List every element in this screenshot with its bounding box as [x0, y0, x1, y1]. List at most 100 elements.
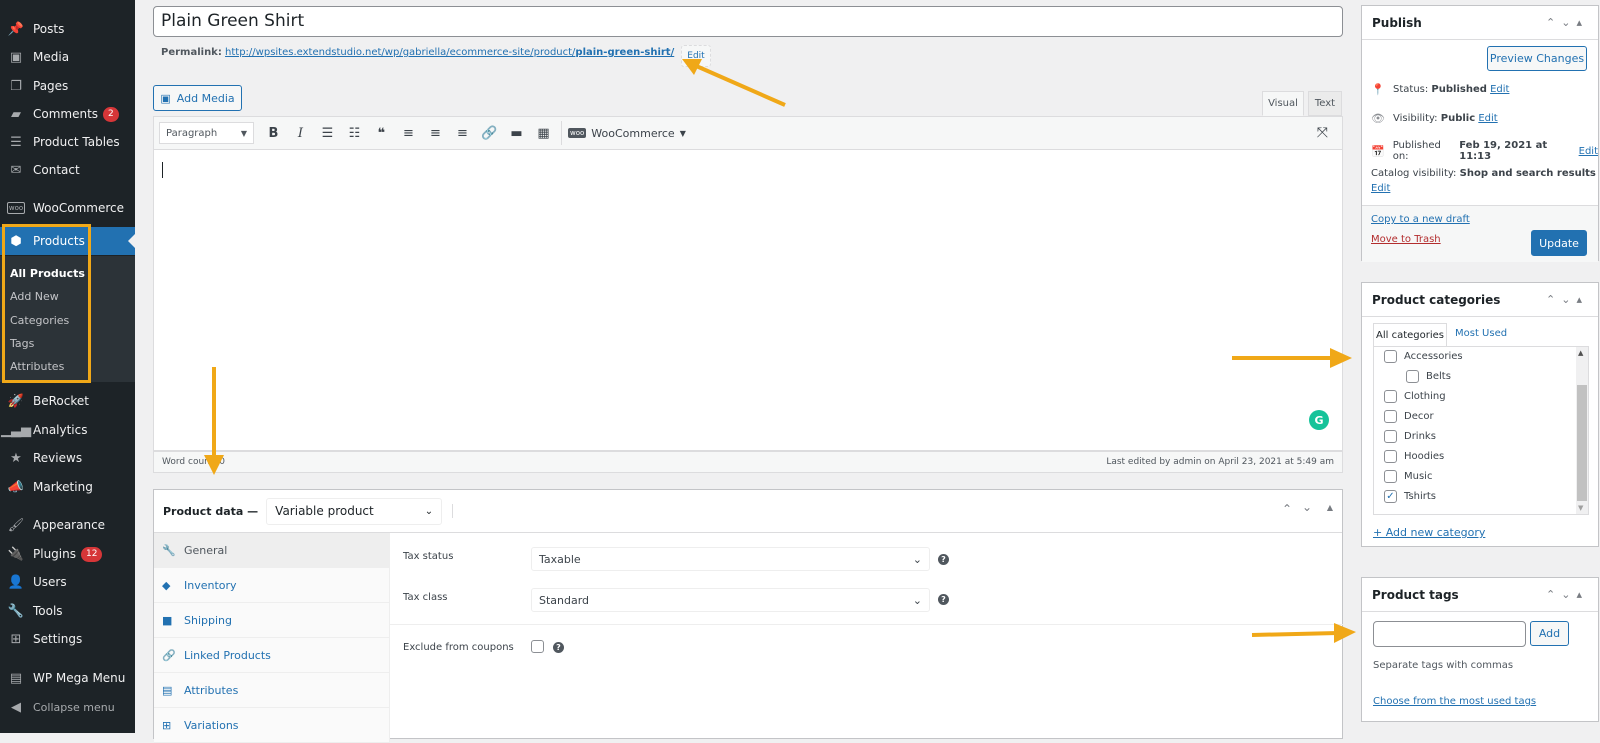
bullet-list-icon[interactable]: ☰ — [314, 126, 341, 141]
menu-settings[interactable]: ⊞ Settings — [0, 625, 135, 653]
category-checkbox[interactable] — [1384, 470, 1397, 483]
italic-icon[interactable]: I — [287, 126, 314, 141]
category-item[interactable]: Hoodies — [1384, 450, 1444, 463]
add-tag-button[interactable]: Add — [1530, 621, 1569, 646]
tab-text[interactable]: Text — [1308, 91, 1342, 116]
settings-icon: ⊞ — [10, 631, 22, 647]
menu-products[interactable]: ⬢ Products — [0, 227, 135, 255]
menu-users[interactable]: 👤 Users — [0, 568, 135, 596]
menu-marketing[interactable]: 📣 Marketing — [0, 473, 135, 501]
submenu-categories[interactable]: Categories — [10, 314, 69, 327]
product-type-select[interactable]: Variable product ⌄ — [266, 497, 443, 525]
scrollbar[interactable]: ▲ ▼ — [1576, 347, 1588, 514]
menu-posts[interactable]: 📌 Posts — [0, 15, 135, 43]
help-icon[interactable]: ? — [938, 554, 949, 565]
category-checkbox[interactable]: ✓ — [1384, 490, 1397, 503]
category-checkbox[interactable] — [1384, 430, 1397, 443]
menu-woocommerce[interactable]: woo WooCommerce — [0, 194, 135, 222]
category-item[interactable]: Accessories — [1384, 350, 1463, 363]
permalink-edit-button[interactable]: Edit — [681, 45, 711, 67]
tab-all-categories[interactable]: All categories — [1373, 323, 1447, 347]
blockquote-icon[interactable]: ❝ — [368, 126, 395, 141]
category-item[interactable]: Clothing — [1384, 390, 1446, 403]
submenu-add-new[interactable]: Add New — [10, 290, 59, 303]
box-controls[interactable]: ⌃⌄▴ — [1546, 588, 1588, 601]
menu-media[interactable]: ▣ Media — [0, 43, 135, 71]
post-title-input[interactable]: Plain Green Shirt — [153, 6, 1343, 37]
collapse-menu[interactable]: ◀ Collapse menu — [0, 693, 135, 721]
menu-plugins[interactable]: 🔌 Plugins 12 — [0, 540, 135, 568]
menu-comments[interactable]: ▰ Comments 2 — [0, 100, 135, 128]
submenu-attributes[interactable]: Attributes — [10, 360, 64, 373]
bold-icon[interactable]: B — [260, 126, 287, 141]
menu-contact[interactable]: ✉ Contact — [0, 156, 135, 184]
fullscreen-icon[interactable]: ⤧ — [1317, 125, 1328, 141]
menu-pages[interactable]: ❐ Pages — [0, 72, 135, 100]
content-editor[interactable]: G — [153, 150, 1343, 451]
permalink-link[interactable]: http://wpsites.extendstudio.net/wp/gabri… — [225, 47, 674, 58]
menu-reviews[interactable]: ★ Reviews — [0, 444, 135, 472]
tab-general[interactable]: 🔧 General — [154, 533, 389, 568]
category-item[interactable]: Drinks — [1384, 430, 1436, 443]
category-item[interactable]: ✓ Tshirts — [1384, 490, 1436, 503]
visibility-edit-link[interactable]: Edit — [1478, 113, 1497, 124]
submenu-all-products[interactable]: All Products — [10, 267, 85, 280]
box-controls[interactable]: ⌃⌄▴ — [1546, 16, 1588, 29]
align-center-icon[interactable]: ≡ — [422, 126, 449, 141]
choose-most-used-tags-link[interactable]: Choose from the most used tags — [1373, 696, 1536, 707]
tab-visual[interactable]: Visual — [1262, 91, 1304, 116]
align-left-icon[interactable]: ≡ — [395, 126, 422, 141]
catalog-edit-link[interactable]: Edit — [1371, 183, 1390, 194]
category-checkbox[interactable] — [1384, 390, 1397, 403]
menu-analytics[interactable]: ▁▃▅ Analytics — [0, 416, 135, 444]
category-item[interactable]: Belts — [1406, 370, 1451, 383]
format-select[interactable]: Paragraph ▼ — [159, 122, 254, 144]
grammarly-icon[interactable]: G — [1309, 410, 1329, 430]
numbered-list-icon[interactable]: ☷ — [341, 126, 368, 141]
tax-status-select[interactable]: Taxable ⌄ — [531, 547, 930, 571]
move-down-icon[interactable]: ⌄ — [1302, 500, 1312, 514]
box-controls[interactable]: ⌃⌄▴ — [1546, 293, 1588, 306]
menu-product-tables[interactable]: ☰ Product Tables — [0, 128, 135, 156]
move-up-icon[interactable]: ⌃ — [1282, 502, 1292, 516]
scrollbar-thumb[interactable] — [1577, 385, 1587, 501]
add-media-button[interactable]: ▣ Add Media — [153, 85, 242, 111]
preview-changes-button[interactable]: Preview Changes — [1487, 46, 1587, 71]
category-checkbox[interactable] — [1384, 450, 1397, 463]
woocommerce-menu[interactable]: woo WooCommerce ▼ — [561, 121, 686, 145]
help-icon[interactable]: ? — [553, 642, 564, 653]
menu-berocket[interactable]: 🚀 BeRocket — [0, 387, 135, 415]
tab-most-used[interactable]: Most Used — [1455, 328, 1507, 339]
tab-inventory[interactable]: ◆ Inventory — [154, 568, 389, 603]
category-item[interactable]: Music — [1384, 470, 1432, 483]
exclude-coupons-checkbox[interactable] — [531, 640, 544, 653]
move-to-trash-link[interactable]: Move to Trash — [1371, 234, 1441, 245]
submenu-tags[interactable]: Tags — [10, 337, 34, 350]
toggle-panel-icon[interactable]: ▲ — [1327, 503, 1333, 512]
tab-variations[interactable]: ⊞ Variations — [154, 708, 389, 743]
category-checkbox[interactable] — [1384, 350, 1397, 363]
help-icon[interactable]: ? — [938, 594, 949, 605]
category-checkbox[interactable] — [1384, 410, 1397, 423]
tax-class-select[interactable]: Standard ⌄ — [531, 588, 930, 612]
tab-attributes[interactable]: ▤ Attributes — [154, 673, 389, 708]
tag-input[interactable] — [1373, 621, 1526, 647]
copy-to-draft-link[interactable]: Copy to a new draft — [1371, 214, 1470, 225]
category-checkbox[interactable] — [1406, 370, 1419, 383]
link-icon[interactable]: 🔗 — [476, 126, 503, 141]
category-item[interactable]: Decor — [1384, 410, 1434, 423]
status-edit-link[interactable]: Edit — [1490, 84, 1509, 95]
align-right-icon[interactable]: ≡ — [449, 126, 476, 141]
toolbar-toggle-icon[interactable]: ▦ — [530, 126, 557, 141]
tab-shipping[interactable]: ■ Shipping — [154, 603, 389, 638]
add-new-category-link[interactable]: + Add new category — [1373, 526, 1485, 539]
read-more-icon[interactable]: ▬ — [503, 126, 530, 141]
scroll-down-icon[interactable]: ▼ — [1578, 504, 1583, 512]
menu-tools[interactable]: 🔧 Tools — [0, 597, 135, 625]
menu-wp-mega-menu[interactable]: ▤ WP Mega Menu — [0, 664, 135, 692]
scroll-up-icon[interactable]: ▲ — [1578, 349, 1583, 357]
tab-linked-products[interactable]: 🔗 Linked Products — [154, 638, 389, 673]
update-button[interactable]: Update — [1531, 230, 1587, 256]
date-edit-link[interactable]: Edit — [1579, 146, 1598, 157]
menu-appearance[interactable]: 🖌 Appearance — [0, 511, 135, 539]
